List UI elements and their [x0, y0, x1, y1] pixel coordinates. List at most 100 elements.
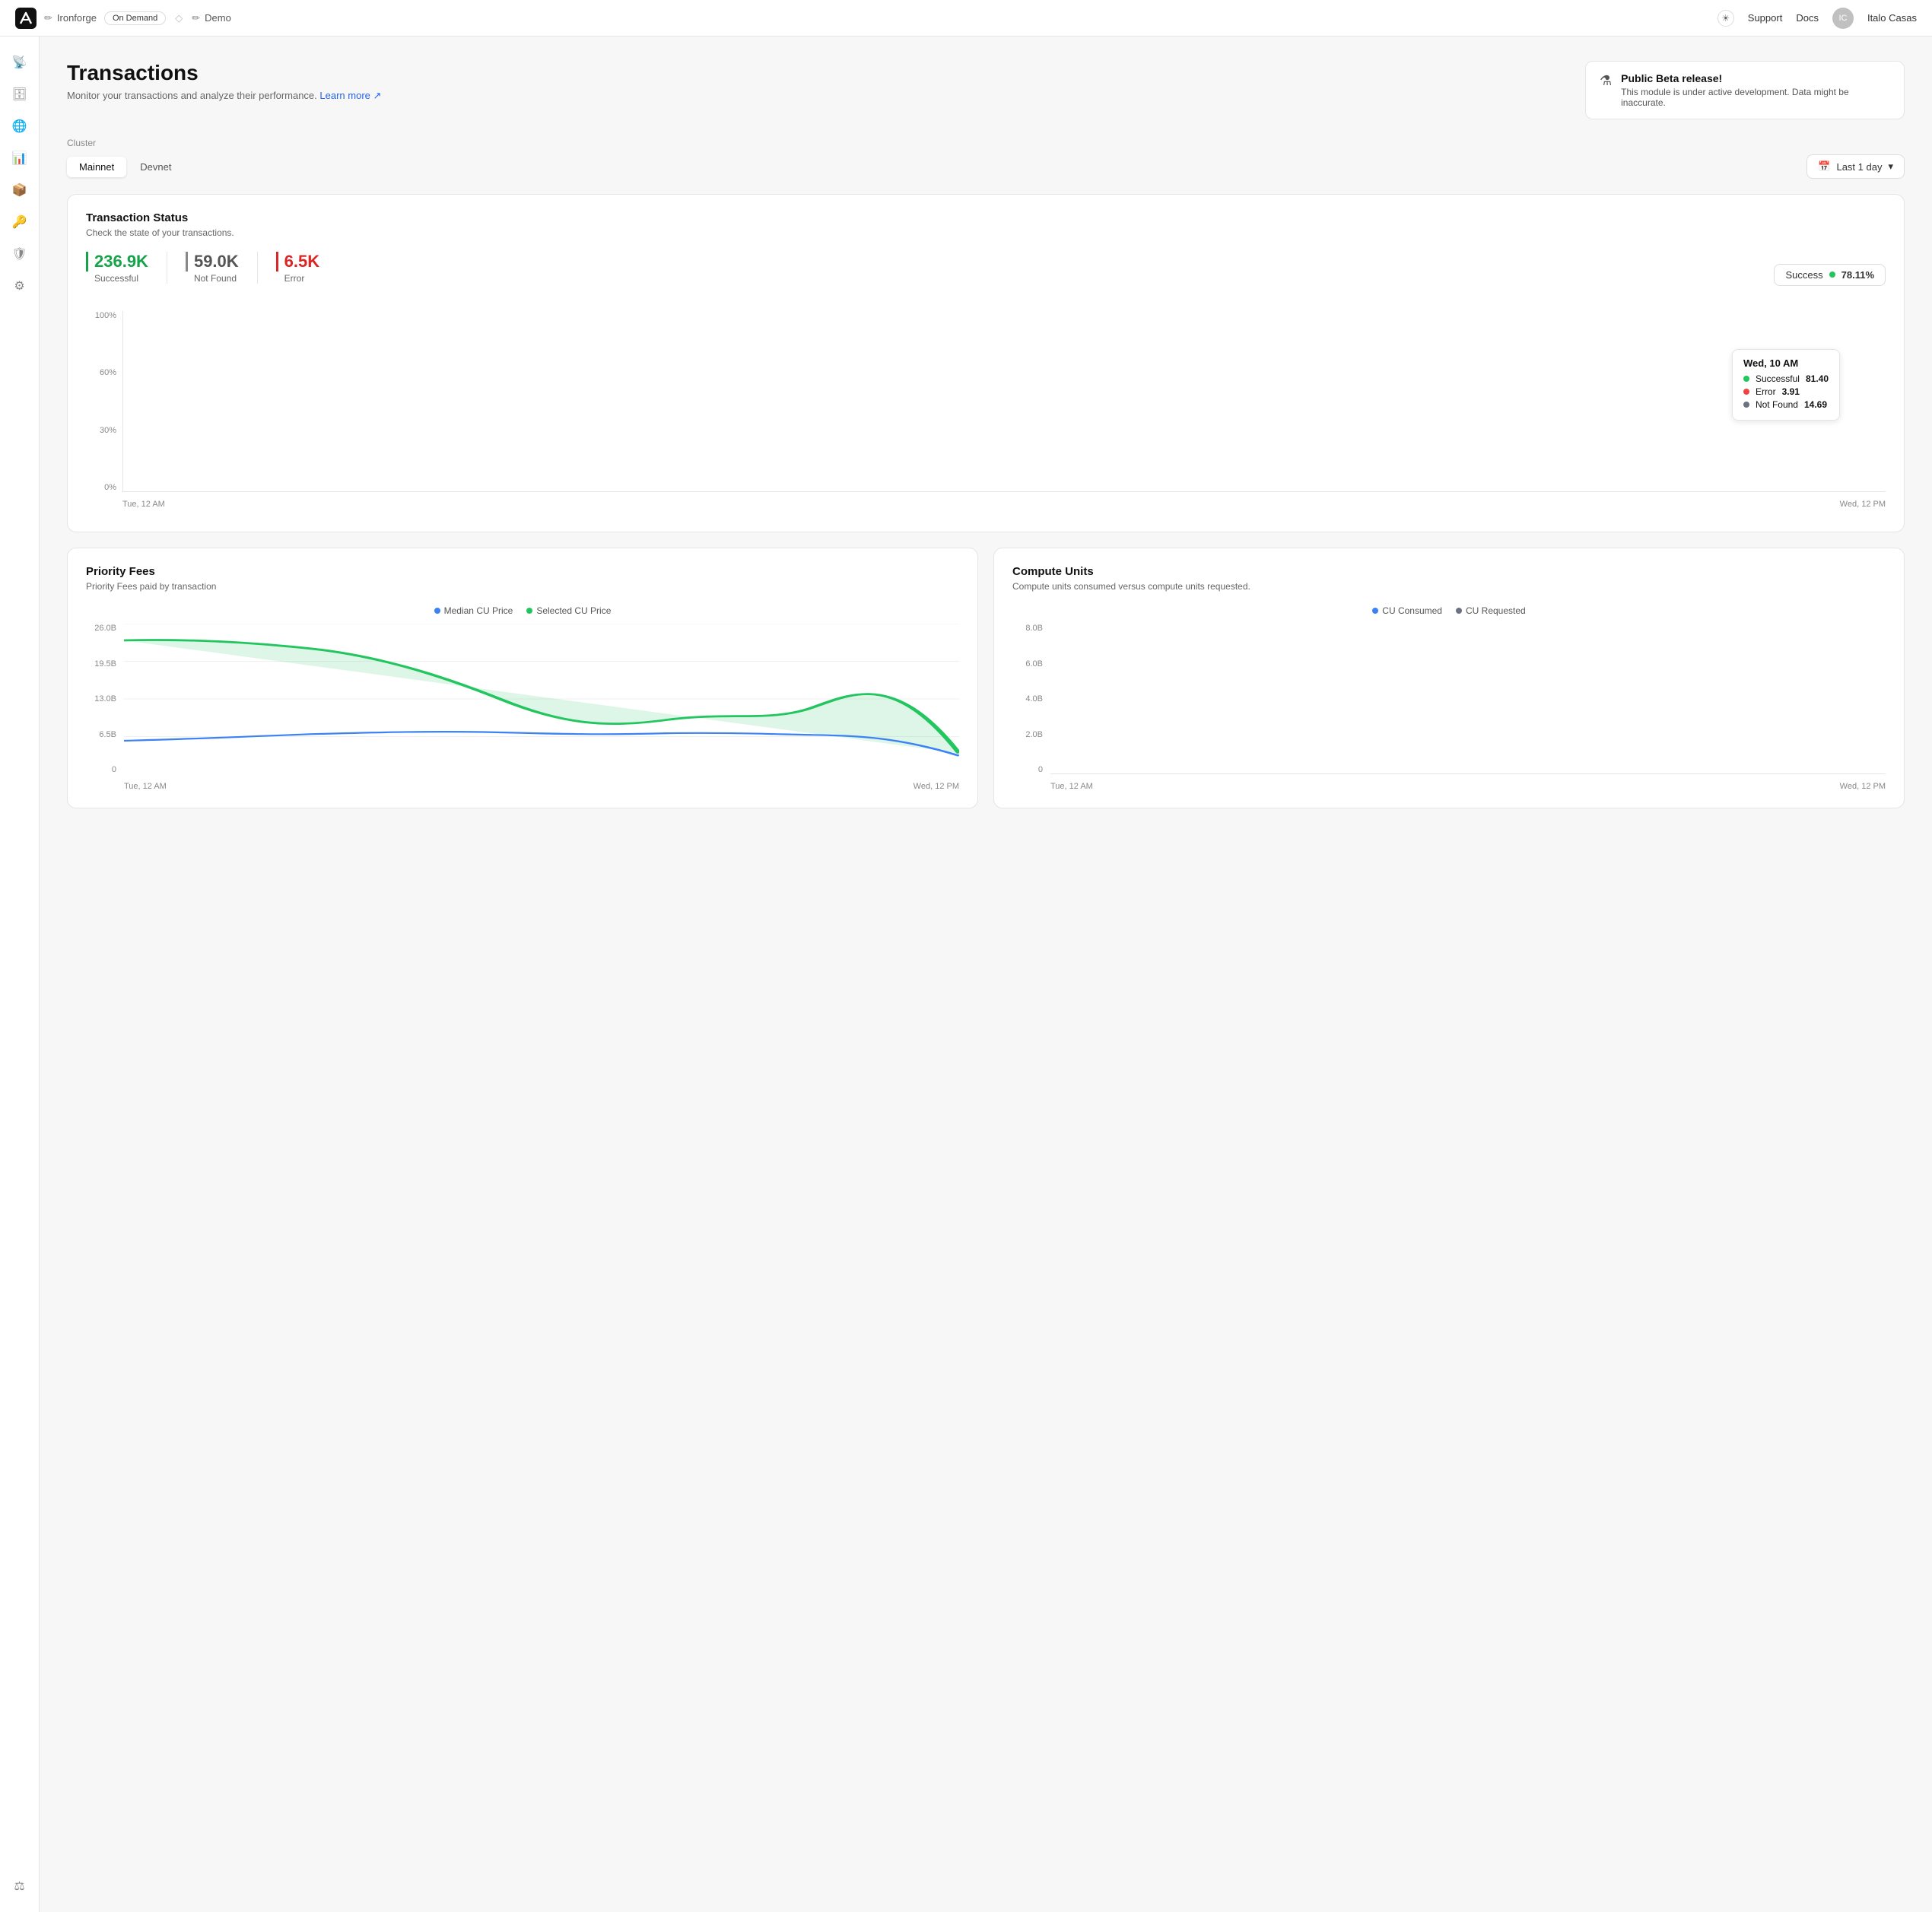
priority-fees-chart: 26.0B 19.5B 13.0B 6.5B 0 — [86, 624, 959, 791]
priority-fees-title: Priority Fees — [86, 565, 959, 578]
beta-banner: ⚗ Public Beta release! This module is un… — [1585, 61, 1905, 119]
compute-units-card: Compute Units Compute units consumed ver… — [993, 548, 1905, 808]
learn-more-link[interactable]: Learn more ↗ — [319, 90, 381, 101]
cu-x-labels: Tue, 12 AM Wed, 12 PM — [1050, 782, 1886, 791]
legend-cu-consumed: CU Consumed — [1372, 605, 1442, 616]
line-y-labels: 26.0B 19.5B 13.0B 6.5B 0 — [86, 624, 119, 774]
page-header-left: Transactions Monitor your transactions a… — [67, 61, 381, 102]
tx-stat-label-notfound: Not Found — [194, 273, 239, 284]
nav-right: ☀ Support Docs IC Italo Casas — [1718, 8, 1917, 29]
tx-stat-num-notfound: 59.0K — [186, 252, 239, 272]
project-crumb: ✏ Demo — [192, 12, 231, 24]
cu-bar-chart-inner — [1050, 624, 1886, 774]
tx-stat-error: 6.5K Error — [258, 252, 338, 284]
sidebar-item-globe[interactable]: 🌐 — [6, 113, 33, 140]
tab-mainnet[interactable]: Mainnet — [67, 157, 126, 177]
sidebar-item-balance[interactable]: ⚖ — [6, 1872, 33, 1900]
chevron-down-icon: ▾ — [1888, 160, 1893, 173]
tx-stat-successful: 236.9K Successful — [86, 252, 167, 284]
compute-units-subtitle: Compute units consumed versus compute un… — [1012, 581, 1886, 592]
sidebar-item-key[interactable]: 🔑 — [6, 208, 33, 236]
priority-fees-svg — [124, 624, 959, 774]
edit-icon-2: ✏ — [192, 12, 200, 24]
legend-median-cu: Median CU Price — [434, 605, 513, 616]
page-title: Transactions — [67, 61, 381, 85]
date-range-label: Last 1 day — [1836, 161, 1882, 173]
success-pct: 78.11% — [1841, 269, 1874, 281]
page-subtitle: Monitor your transactions and analyze th… — [67, 90, 381, 102]
compute-units-title: Compute Units — [1012, 565, 1886, 578]
main-layout: 📡 🗄 🌐 📊 📦 🔑 🛡 ⚙ ⚖ Transactions Monitor y… — [0, 37, 1932, 1912]
success-dot — [1829, 272, 1835, 278]
avatar[interactable]: IC — [1832, 8, 1854, 29]
priority-fees-legend: Median CU Price Selected CU Price — [86, 605, 959, 616]
stacked-bar-chart — [122, 311, 1886, 492]
legend-dot-requested — [1456, 608, 1462, 614]
top-nav: ✏ Ironforge On Demand ◇ ✏ Demo ☀ Support… — [0, 0, 1932, 37]
brand-label: Ironforge — [57, 12, 97, 24]
sidebar-item-radio[interactable]: 📡 — [6, 49, 33, 76]
legend-dot-selected — [526, 608, 532, 614]
nav-left: ✏ Ironforge On Demand ◇ ✏ Demo — [15, 8, 231, 29]
page-header: Transactions Monitor your transactions a… — [67, 61, 1905, 119]
subtitle-text: Monitor your transactions and analyze th… — [67, 90, 317, 101]
cluster-label: Cluster — [67, 138, 1905, 148]
theme-toggle[interactable]: ☀ — [1718, 10, 1734, 27]
line-svg-wrapper — [124, 624, 959, 774]
edit-icon: ✏ — [44, 12, 52, 24]
on-demand-badge[interactable]: On Demand — [104, 11, 166, 25]
cluster-tabs: Mainnet Devnet — [67, 157, 183, 177]
chart-y-labels: 100% 60% 30% 0% — [86, 311, 116, 492]
transaction-status-chart: 100% 60% 30% 0% Wed, 10 AM Successful 81… — [86, 311, 1886, 509]
legend-cu-requested: CU Requested — [1456, 605, 1526, 616]
priority-fees-subtitle: Priority Fees paid by transaction — [86, 581, 959, 592]
tx-stat-num-successful: 236.9K — [86, 252, 148, 272]
tx-stat-notfound: 59.0K Not Found — [167, 252, 258, 284]
sidebar-item-chart[interactable]: 📊 — [6, 145, 33, 172]
legend-dot-median — [434, 608, 440, 614]
tx-stats: 236.9K Successful 59.0K Not Found 6.5K E… — [86, 252, 338, 284]
sidebar: 📡 🗄 🌐 📊 📦 🔑 🛡 ⚙ ⚖ — [0, 37, 40, 1912]
compute-units-chart: 8.0B 6.0B 4.0B 2.0B 0 Tue, 12 AM Wed, 12… — [1012, 624, 1886, 791]
user-name: Italo Casas — [1867, 12, 1917, 24]
compute-units-legend: CU Consumed CU Requested — [1012, 605, 1886, 616]
priority-fees-card: Priority Fees Priority Fees paid by tran… — [67, 548, 978, 808]
beta-title: Public Beta release! — [1621, 72, 1890, 84]
date-picker[interactable]: 📅 Last 1 day ▾ — [1806, 154, 1905, 179]
tx-status-title: Transaction Status — [86, 211, 1886, 224]
chart-x-labels: Tue, 12 AM Wed, 12 PM — [122, 500, 1886, 509]
sidebar-item-db[interactable]: 🗄 — [6, 81, 33, 108]
tx-stat-label-successful: Successful — [94, 273, 148, 284]
legend-dot-consumed — [1372, 608, 1378, 614]
logo[interactable] — [15, 8, 37, 29]
cluster-section: Cluster Mainnet Devnet 📅 Last 1 day ▾ — [67, 138, 1905, 179]
tx-stat-label-error: Error — [284, 273, 319, 284]
beta-desc: This module is under active development.… — [1621, 87, 1890, 108]
legend-label-requested: CU Requested — [1466, 605, 1526, 616]
main-content: Transactions Monitor your transactions a… — [40, 37, 1932, 1912]
legend-label-consumed: CU Consumed — [1382, 605, 1442, 616]
docs-link[interactable]: Docs — [1796, 12, 1819, 24]
avatar-initials: IC — [1838, 14, 1847, 23]
brand-name: ✏ Ironforge — [44, 12, 97, 24]
sidebar-item-box[interactable]: 📦 — [6, 176, 33, 204]
sidebar-item-gear[interactable]: ⚙ — [6, 272, 33, 300]
beta-icon: ⚗ — [1600, 73, 1612, 89]
transaction-status-card: Transaction Status Check the state of yo… — [67, 194, 1905, 532]
legend-label-median: Median CU Price — [444, 605, 513, 616]
legend-selected-cu: Selected CU Price — [526, 605, 611, 616]
legend-label-selected: Selected CU Price — [536, 605, 611, 616]
calendar-icon: 📅 — [1818, 160, 1830, 173]
success-label: Success — [1785, 269, 1822, 281]
cluster-controls: Mainnet Devnet 📅 Last 1 day ▾ — [67, 154, 1905, 179]
support-link[interactable]: Support — [1748, 12, 1783, 24]
sun-icon: ☀ — [1721, 13, 1730, 24]
tab-devnet[interactable]: Devnet — [128, 157, 183, 177]
project-label: Demo — [205, 12, 231, 24]
line-x-labels: Tue, 12 AM Wed, 12 PM — [124, 782, 959, 791]
tx-stat-num-error: 6.5K — [276, 252, 319, 272]
sidebar-item-shield[interactable]: 🛡 — [6, 240, 33, 268]
success-badge: Success 78.11% — [1774, 264, 1886, 286]
tx-status-subtitle: Check the state of your transactions. — [86, 227, 1886, 238]
nav-separator: ◇ — [175, 12, 183, 24]
